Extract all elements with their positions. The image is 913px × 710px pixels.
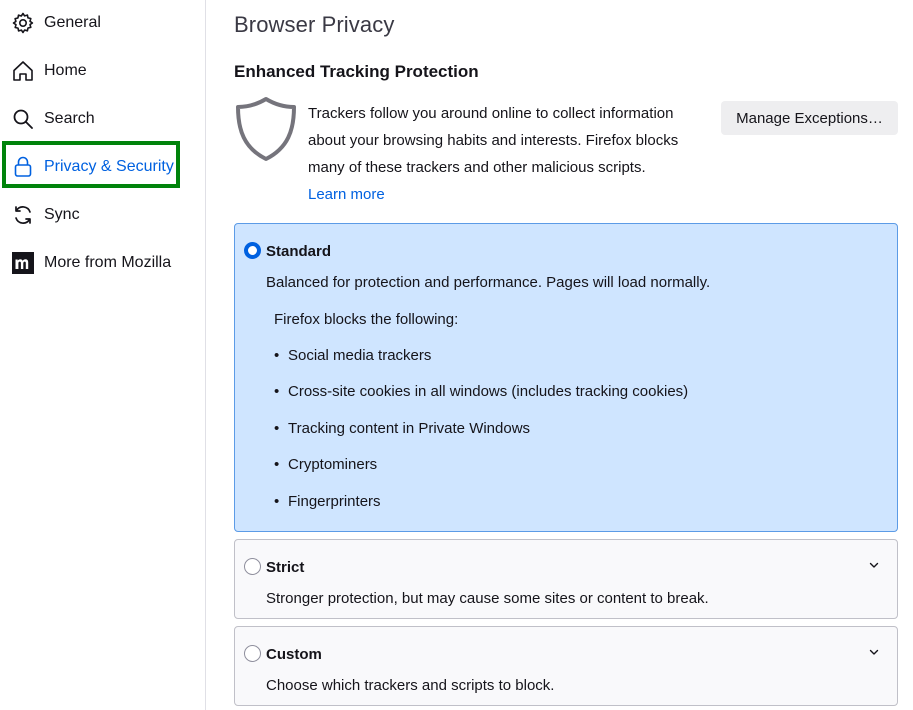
sidebar-item-label: General	[44, 14, 101, 31]
shield-icon	[234, 96, 298, 162]
blocks-list: • Social media trackers • Cross-site cooki…	[274, 337, 688, 520]
list-item: • Social media trackers	[274, 346, 432, 364]
mozilla-logo-icon	[10, 250, 35, 275]
standard-option-card[interactable]: Standard Balanced for protection and per…	[234, 223, 898, 532]
list-item: • Cryptominers	[274, 456, 378, 474]
sidebar-item-label: Privacy & Security	[44, 158, 174, 175]
search-icon	[10, 106, 35, 131]
learn-more-link[interactable]: Learn more	[308, 181, 708, 208]
sidebar-item-label: More from Mozilla	[44, 254, 172, 271]
sidebar-item-label: Home	[44, 62, 87, 79]
lock-icon	[10, 154, 35, 179]
sidebar-item-sync[interactable]: Sync	[0, 194, 206, 234]
custom-title: Custom	[266, 646, 322, 663]
standard-radio[interactable]	[244, 242, 261, 259]
custom-description: Choose which trackers and scripts to blo…	[266, 677, 555, 694]
etp-section-title: Enhanced Tracking Protection	[234, 62, 479, 81]
custom-option-card[interactable]: Custom Choose which trackers and scripts…	[234, 626, 898, 706]
sidebar-item-general[interactable]: General	[0, 2, 206, 42]
blocks-heading: Firefox blocks the following:	[274, 311, 459, 328]
sync-icon	[10, 202, 35, 227]
list-item: • Fingerprinters	[274, 492, 381, 510]
standard-description: Balanced for protection and performance.…	[266, 274, 711, 291]
strict-option-card[interactable]: Strict Stronger protection, but may caus…	[234, 539, 898, 619]
strict-radio[interactable]	[244, 558, 261, 575]
chevron-down-icon[interactable]	[867, 645, 881, 659]
home-icon	[10, 58, 35, 83]
strict-title: Strict	[266, 559, 305, 576]
sidebar-item-more-from-mozilla[interactable]: More from Mozilla	[0, 242, 206, 282]
sidebar: General Home Search Privacy & Security S…	[0, 0, 206, 710]
etp-description: Trackers follow you around online to col…	[308, 105, 679, 176]
chevron-down-icon[interactable]	[867, 558, 881, 572]
gear-icon	[10, 10, 35, 35]
list-item: • Cross-site cookies in all windows (incl…	[274, 383, 689, 401]
page-title: Browser Privacy	[234, 12, 395, 37]
strict-description: Stronger protection, but may cause some …	[266, 590, 709, 607]
etp-description-block: Trackers follow you around online to col…	[308, 100, 708, 208]
sidebar-item-label: Search	[44, 110, 95, 127]
standard-title: Standard	[266, 243, 332, 260]
manage-exceptions-button[interactable]: Manage Exceptions…	[721, 101, 898, 135]
sidebar-item-home[interactable]: Home	[0, 50, 206, 90]
sidebar-item-search[interactable]: Search	[0, 98, 206, 138]
sidebar-item-privacy-security[interactable]: Privacy & Security	[0, 146, 206, 186]
sidebar-item-label: Sync	[44, 206, 80, 223]
list-item: • Tracking content in Private Windows	[274, 419, 531, 437]
custom-radio[interactable]	[244, 645, 261, 662]
